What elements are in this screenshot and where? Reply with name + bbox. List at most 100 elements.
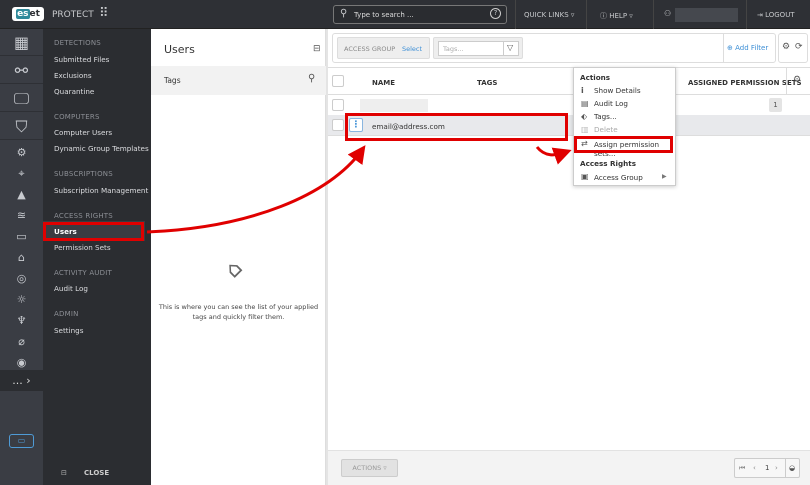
nav-item-audit-log[interactable]: Audit Log xyxy=(54,284,88,293)
nav-header-access-rights: ACCESS RIGHTS xyxy=(54,212,113,220)
search-icon: ⚲ xyxy=(340,8,348,19)
first-page-icon[interactable]: ⏮ xyxy=(739,459,745,477)
tags-filter[interactable]: Tags... ▽ xyxy=(433,37,523,59)
tags-label: Tags xyxy=(164,76,181,85)
menu-item-audit-log[interactable]: Audit Log xyxy=(594,99,628,108)
tag-icon: ⌂ xyxy=(220,255,248,284)
main-content: ACCESS GROUP Select Tags... ▽ ⊕ Add Filt… xyxy=(328,29,810,485)
apps-grid-icon[interactable]: ⠿ xyxy=(99,6,108,21)
panel-toggle-icon[interactable]: ⊟ xyxy=(313,44,321,54)
row-checkbox[interactable] xyxy=(332,119,344,131)
nav-item-exclusions[interactable]: Exclusions xyxy=(54,71,92,80)
nav-item-computer-users[interactable]: Computer Users xyxy=(54,128,112,137)
access-group-filter[interactable]: ACCESS GROUP Select xyxy=(337,37,430,59)
search-placeholder: Type to search ... xyxy=(354,11,414,19)
tasks-folder-icon[interactable]: ▭ xyxy=(0,230,43,243)
prev-page-icon[interactable]: ‹ xyxy=(753,459,756,477)
tag-icon: ⬖ xyxy=(581,112,588,121)
gear-icon[interactable]: ⚙ xyxy=(782,42,790,52)
close-button[interactable]: CLOSE xyxy=(84,469,109,477)
notifications-icon[interactable]: ☼ xyxy=(0,293,43,306)
actions-button[interactable]: ACTIONS ▿ xyxy=(341,459,398,477)
feedback-chat-icon[interactable]: ▭ xyxy=(9,434,34,448)
help-circle-icon[interactable]: ? xyxy=(490,8,501,19)
nav-item-settings[interactable]: Settings xyxy=(54,326,83,335)
row-checkbox[interactable] xyxy=(332,99,344,111)
network-icon[interactable]: ⚯ xyxy=(0,57,43,84)
top-bar: eset PROTECT ⠿ ⚲ Type to search ... ? QU… xyxy=(0,0,810,29)
user-icon[interactable]: ⚇ xyxy=(664,9,671,18)
highlight-users-nav xyxy=(43,222,144,241)
menu-item-access-group[interactable]: Access Group xyxy=(594,173,643,182)
policies-icon[interactable]: ◎ xyxy=(0,272,43,285)
submenu-arrow-icon: ▶ xyxy=(662,173,667,180)
nav-header-activity-audit: ACTIVITY AUDIT xyxy=(54,269,112,277)
collapse-icon[interactable]: ⊟ xyxy=(61,468,67,477)
menu-item-tags[interactable]: Tags... xyxy=(594,112,617,121)
table-tools: ⚙ ⟳ xyxy=(778,33,808,63)
name-redacted xyxy=(360,99,428,112)
computers-icon[interactable]: 🖵 xyxy=(0,85,43,112)
users-panel: Users ⊟ Tags ⚲ ⌂ This is where you can s… xyxy=(151,29,326,485)
nav-header-admin: ADMIN xyxy=(54,310,79,318)
page-title: Users xyxy=(164,43,195,56)
nav-item-permission-sets[interactable]: Permission Sets xyxy=(54,243,111,252)
nav-item-dynamic-group-templates[interactable]: Dynamic Group Templates xyxy=(54,144,149,153)
highlight-user-row xyxy=(345,113,568,141)
virus-icon[interactable]: ⚙ xyxy=(0,146,43,159)
settings-icon[interactable]: ◉ xyxy=(0,356,43,369)
filter-bar: ACCESS GROUP Select Tags... ▽ ⊕ Add Filt… xyxy=(332,33,776,63)
column-tags[interactable]: TAGS xyxy=(477,79,497,87)
access-group-select-link[interactable]: Select xyxy=(402,45,422,53)
eset-logo[interactable]: eset xyxy=(12,7,44,21)
tags-header: Tags ⚲ xyxy=(151,66,326,95)
expand-menu-button[interactable]: ... › xyxy=(0,374,43,387)
refresh-icon[interactable]: ⟳ xyxy=(795,42,803,52)
menu-item-delete: Delete xyxy=(594,125,618,134)
footer-bar: ACTIONS ▿ ⏮ ‹ 1 › ◒ xyxy=(328,450,810,485)
nav-header-computers: COMPUTERS xyxy=(54,113,100,121)
column-assigned-permission-sets[interactable]: ASSIGNED PERMISSION SETS xyxy=(688,79,802,87)
tags-search-icon[interactable]: ⚲ xyxy=(308,73,315,84)
table-row[interactable]: 1 xyxy=(328,96,810,114)
crosshair-icon[interactable]: ⌖ xyxy=(0,167,43,181)
dashboard-icon[interactable]: ▦ xyxy=(0,29,43,56)
context-menu: Actions i Show Details ▤ Audit Log ⬖ Tag… xyxy=(573,67,676,186)
pagination: ⏮ ‹ 1 › ◒ xyxy=(734,458,800,478)
menu-header-access-rights: Access Rights xyxy=(580,159,636,168)
logout-button[interactable]: ⇥ LOGOUT xyxy=(757,11,795,19)
column-name[interactable]: NAME xyxy=(372,79,395,87)
shield-icon[interactable]: ⛉ xyxy=(0,113,43,140)
clipboard-icon: ▤ xyxy=(581,99,589,108)
help-menu[interactable]: ⓘ HELP ▿ xyxy=(600,11,633,21)
warning-icon[interactable]: ▲ xyxy=(0,188,43,201)
nav-header-detections: DETECTIONS xyxy=(54,39,101,47)
page-number: 1 xyxy=(765,464,770,472)
highlight-assign-permission-sets xyxy=(574,136,673,153)
select-all-checkbox[interactable] xyxy=(332,75,344,87)
username-redacted xyxy=(675,8,738,22)
more-tools-icon[interactable]: ⌀ xyxy=(0,335,43,348)
add-filter-button[interactable]: ⊕ Add Filter xyxy=(727,44,768,52)
nav-header-subscriptions: SUBSCRIPTIONS xyxy=(54,170,113,178)
nav-item-submitted-files[interactable]: Submitted Files xyxy=(54,55,109,64)
status-overview-icon[interactable]: ♆ xyxy=(0,314,43,327)
chevron-down-icon[interactable]: ▽ xyxy=(507,43,513,52)
nav-item-quarantine[interactable]: Quarantine xyxy=(54,87,94,96)
page-size-icon[interactable]: ◒ xyxy=(789,459,795,477)
menu-header-actions: Actions xyxy=(580,73,611,82)
tags-filter-input[interactable]: Tags... ▽ xyxy=(438,41,519,56)
trash-icon: ▥ xyxy=(581,125,589,134)
quick-links-menu[interactable]: QUICK LINKS ▿ xyxy=(524,11,574,19)
search-input[interactable]: ⚲ Type to search ... ? xyxy=(333,5,507,24)
menu-item-show-details[interactable]: Show Details xyxy=(594,86,641,95)
icon-rail: ▦ ⚯ 🖵 ⛉ ⚙ ⌖ ▲ ≊ ▭ ⌂ ◎ ☼ ♆ ⌀ ◉ ... › ▭ xyxy=(0,29,43,485)
nav-item-subscription-management[interactable]: Subscription Management xyxy=(54,186,148,195)
permission-sets-count: 1 xyxy=(769,98,782,112)
reports-icon[interactable]: ≊ xyxy=(0,209,43,222)
column-settings-icon[interactable]: ⚙ xyxy=(793,75,801,85)
next-page-icon[interactable]: › xyxy=(775,459,778,477)
product-name: PROTECT xyxy=(52,10,94,20)
access-group-icon: ▣ xyxy=(581,172,589,181)
installers-icon[interactable]: ⌂ xyxy=(0,251,43,264)
